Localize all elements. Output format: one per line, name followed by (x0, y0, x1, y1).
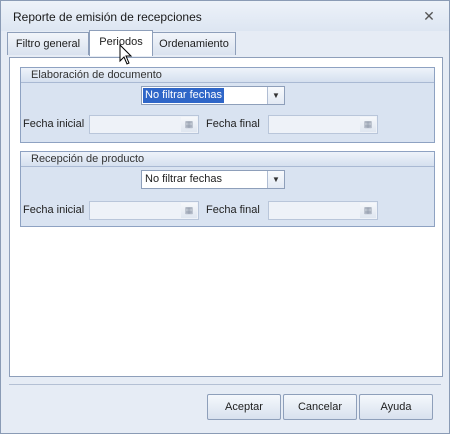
close-icon[interactable]: ✕ (419, 7, 439, 25)
mouse-pointer-icon (119, 44, 133, 65)
accept-button[interactable]: Aceptar (207, 394, 281, 420)
tab-panel-periodos: Elaboración de documento No filtrar fech… (9, 57, 443, 377)
window-title: Reporte de emisión de recepciones (13, 10, 202, 24)
title-bar: Reporte de emisión de recepciones ✕ (1, 1, 449, 31)
start-date-field[interactable]: ▦ (89, 201, 199, 220)
date-filter-select[interactable]: No filtrar fechas ▼ (141, 86, 285, 105)
group-header: Elaboración de documento (21, 68, 434, 83)
end-date-label: Fecha final (206, 118, 260, 130)
tab-ordenamiento[interactable]: Ordenamiento (152, 32, 236, 55)
select-value: No filtrar fechas (145, 173, 223, 185)
start-date-label: Fecha inicial (23, 118, 85, 130)
tab-filtro-general[interactable]: Filtro general (7, 32, 89, 55)
group-title: Recepción de producto (31, 153, 145, 165)
tab-label: Ordenamiento (159, 38, 229, 50)
group-header: Recepción de producto (21, 152, 434, 167)
start-date-label: Fecha inicial (23, 204, 85, 216)
end-date-label: Fecha final (206, 204, 260, 216)
help-button[interactable]: Ayuda (359, 394, 433, 420)
tab-label: Filtro general (15, 38, 81, 50)
report-dialog: Reporte de emisión de recepciones ✕ Filt… (0, 0, 450, 434)
button-divider (9, 384, 441, 385)
calendar-icon[interactable]: ▦ (181, 203, 197, 218)
end-date-field[interactable]: ▦ (268, 115, 378, 134)
end-date-field[interactable]: ▦ (268, 201, 378, 220)
cancel-button[interactable]: Cancelar (283, 394, 357, 420)
chevron-down-icon[interactable]: ▼ (267, 87, 284, 104)
calendar-icon[interactable]: ▦ (360, 117, 376, 132)
date-filter-select[interactable]: No filtrar fechas ▼ (141, 170, 285, 189)
start-date-field[interactable]: ▦ (89, 115, 199, 134)
group-recepcion-producto: Recepción de producto No filtrar fechas … (20, 151, 435, 227)
calendar-icon[interactable]: ▦ (181, 117, 197, 132)
group-elaboracion-documento: Elaboración de documento No filtrar fech… (20, 67, 435, 143)
calendar-icon[interactable]: ▦ (360, 203, 376, 218)
group-title: Elaboración de documento (31, 69, 162, 81)
select-value: No filtrar fechas (143, 88, 225, 103)
chevron-down-icon[interactable]: ▼ (267, 171, 284, 188)
